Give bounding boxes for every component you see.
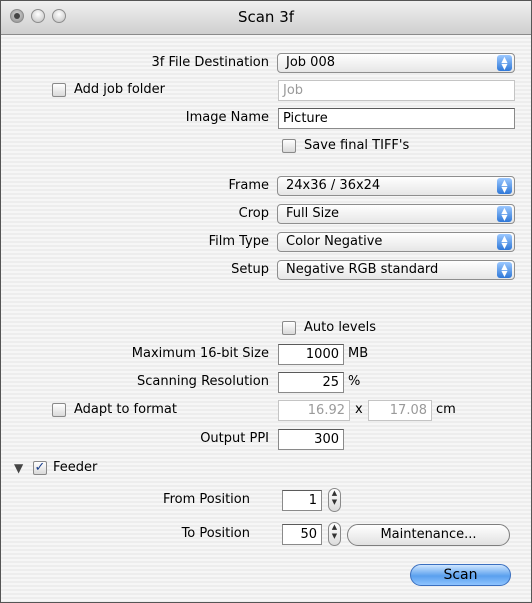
film-type-value: Color Negative xyxy=(286,234,383,249)
destination-label: 3f File Destination xyxy=(151,55,269,70)
image-name-label: Image Name xyxy=(185,110,269,125)
output-ppi-label: Output PPI xyxy=(200,431,269,446)
add-job-folder-checkbox[interactable] xyxy=(52,83,66,97)
max-size-label: Maximum 16-bit Size xyxy=(131,346,269,361)
image-name-field[interactable]: Picture xyxy=(278,108,515,129)
destination-popup[interactable]: Job 008 ▲ ▼ xyxy=(277,53,515,73)
adapt-width-field[interactable]: 16.92 xyxy=(278,400,350,421)
disclosure-triangle-icon[interactable]: ▼ xyxy=(14,461,23,475)
save-tiff-label: Save final TIFF's xyxy=(304,138,410,153)
crop-popup[interactable]: Full Size ▲ ▼ xyxy=(277,204,515,224)
from-position-label: From Position xyxy=(163,492,250,507)
add-job-folder-label: Add job folder xyxy=(74,82,165,97)
to-position-stepper[interactable]: ▲ ▼ xyxy=(328,522,341,546)
scan-button[interactable]: Scan xyxy=(410,564,511,586)
max-size-unit: MB xyxy=(348,346,369,361)
film-type-label: Film Type xyxy=(208,234,269,249)
feeder-label: Feeder xyxy=(53,460,98,475)
title-bar: Scan 3f xyxy=(1,1,531,35)
to-position-field[interactable]: 50 xyxy=(282,524,322,545)
setup-popup[interactable]: Negative RGB standard ▲ ▼ xyxy=(277,260,515,280)
frame-value: 24x36 / 36x24 xyxy=(286,178,381,193)
feeder-checkbox[interactable]: ✓ xyxy=(33,461,47,475)
job-folder-field[interactable]: Job xyxy=(278,80,515,101)
setup-value: Negative RGB standard xyxy=(286,262,439,277)
maintenance-button[interactable]: Maintenance... xyxy=(347,524,510,546)
resolution-label: Scanning Resolution xyxy=(136,374,269,389)
popup-arrows-icon: ▲ ▼ xyxy=(497,55,512,71)
film-type-popup[interactable]: Color Negative ▲ ▼ xyxy=(277,232,515,252)
window-title: Scan 3f xyxy=(237,8,295,26)
popup-arrows-icon: ▲ ▼ xyxy=(497,262,512,278)
adapt-to-format-checkbox[interactable] xyxy=(52,403,66,417)
to-position-label: To Position xyxy=(181,526,250,541)
destination-value: Job 008 xyxy=(286,55,335,70)
output-ppi-field[interactable]: 300 xyxy=(278,429,344,450)
scan-window: Scan 3f 3f File Destination Job 008 ▲ ▼ A… xyxy=(0,0,532,603)
popup-arrows-icon: ▲ ▼ xyxy=(497,234,512,250)
auto-levels-checkbox[interactable] xyxy=(282,321,296,335)
adapt-to-format-label: Adapt to format xyxy=(74,402,177,417)
adapt-height-field[interactable]: 17.08 xyxy=(368,400,432,421)
popup-arrows-icon: ▲ ▼ xyxy=(497,206,512,222)
adapt-separator: x xyxy=(355,402,363,417)
crop-label: Crop xyxy=(238,206,269,221)
max-size-field[interactable]: 1000 xyxy=(278,344,344,365)
from-position-stepper[interactable]: ▲ ▼ xyxy=(328,488,341,512)
adapt-unit: cm xyxy=(436,402,456,417)
crop-value: Full Size xyxy=(286,206,340,221)
from-position-field[interactable]: 1 xyxy=(282,490,322,511)
popup-arrows-icon: ▲ ▼ xyxy=(497,178,512,194)
resolution-unit: % xyxy=(348,374,361,389)
resolution-field[interactable]: 25 xyxy=(278,372,344,393)
auto-levels-label: Auto levels xyxy=(304,320,377,335)
setup-label: Setup xyxy=(231,262,269,277)
frame-label: Frame xyxy=(228,178,269,193)
save-tiff-checkbox[interactable] xyxy=(282,139,296,153)
frame-popup[interactable]: 24x36 / 36x24 ▲ ▼ xyxy=(277,176,515,196)
